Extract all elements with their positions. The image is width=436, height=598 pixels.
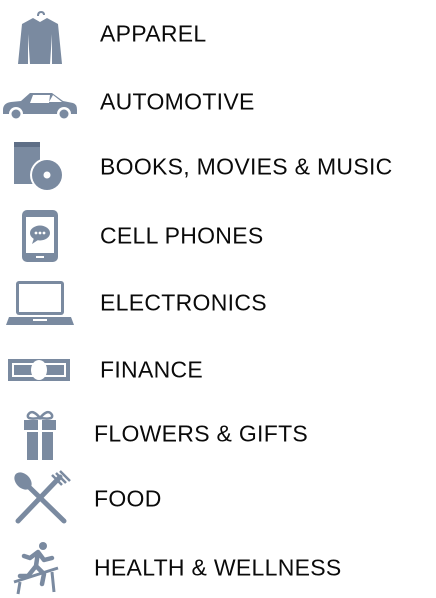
- book-disc-icon: [0, 137, 80, 197]
- category-item-food[interactable]: FOOD: [0, 469, 436, 529]
- category-item-flowers-gifts[interactable]: FLOWERS & GIFTS: [0, 404, 436, 464]
- category-item-cell-phones[interactable]: CELL PHONES: [0, 206, 436, 266]
- laptop-icon: [0, 273, 80, 333]
- category-item-electronics[interactable]: ELECTRONICS: [0, 273, 436, 333]
- category-label: BOOKS, MOVIES & MUSIC: [100, 153, 393, 180]
- category-item-apparel[interactable]: APPAREL: [0, 4, 436, 64]
- category-label: APPAREL: [100, 20, 207, 47]
- category-label: CELL PHONES: [100, 222, 264, 249]
- category-item-finance[interactable]: FINANCE: [0, 340, 436, 400]
- category-label: HEALTH & WELLNESS: [94, 554, 342, 581]
- category-label: AUTOMOTIVE: [100, 88, 255, 115]
- category-item-health-wellness[interactable]: HEALTH & WELLNESS: [0, 538, 436, 598]
- fork-spoon-icon: [0, 469, 80, 529]
- car-icon: [0, 72, 80, 132]
- runner-icon: [0, 538, 80, 598]
- category-label: FOOD: [94, 485, 162, 512]
- category-label: FINANCE: [100, 356, 204, 383]
- category-list: APPAREL AUTOMOTIVE BOOKS, MOVIES & MUSIC: [0, 0, 436, 595]
- shirt-icon: [0, 4, 80, 64]
- category-label: ELECTRONICS: [100, 289, 267, 316]
- cell-phone-icon: [0, 206, 80, 266]
- category-item-books-movies-music[interactable]: BOOKS, MOVIES & MUSIC: [0, 137, 436, 197]
- gift-icon: [0, 404, 80, 464]
- category-item-automotive[interactable]: AUTOMOTIVE: [0, 72, 436, 132]
- category-label: FLOWERS & GIFTS: [94, 420, 309, 447]
- banknote-icon: [0, 340, 80, 400]
